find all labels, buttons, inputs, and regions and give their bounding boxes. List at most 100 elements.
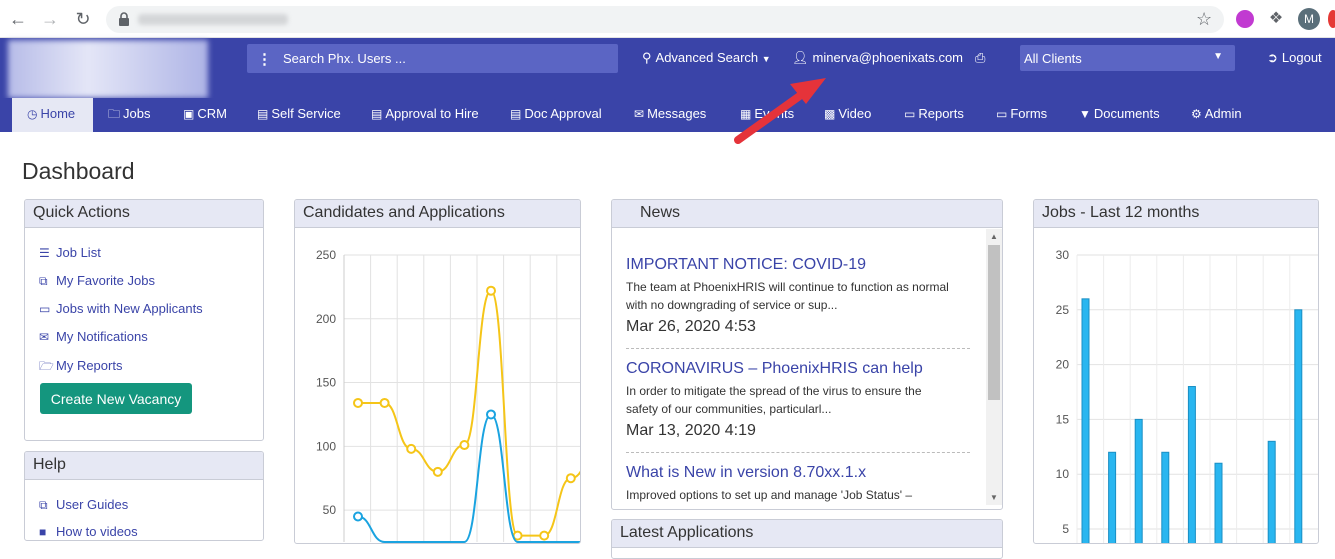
my-notifications-link[interactable]: ✉ My Notifications [39, 329, 148, 344]
create-new-vacancy-button[interactable]: Create New Vacancy [40, 383, 192, 414]
extension-power-icon[interactable] [1236, 10, 1254, 28]
bar [1161, 451, 1170, 543]
user-account-link[interactable]: 👤︎ minerva@phoenixats.com [792, 50, 963, 66]
help-title: Help [25, 452, 263, 480]
kebab-menu-icon[interactable]: ⋮ [257, 50, 272, 68]
user-icon: 👤︎ [792, 50, 809, 65]
lock-icon [119, 12, 129, 26]
search-input[interactable] [283, 48, 603, 69]
copy-icon: ⧉ [39, 498, 48, 512]
news-item-date: Mar 13, 2020 4:19 [626, 422, 756, 439]
bar [1267, 440, 1276, 543]
news-item-title[interactable]: What is New in version 8.70xx.1.x [626, 464, 971, 482]
back-arrow-icon[interactable]: ← [8, 9, 28, 29]
candidates-title: Candidates and Applications [295, 200, 580, 228]
data-point [432, 466, 443, 477]
news-item: CORONAVIRUS – PhoenixHRIS can help In or… [626, 360, 971, 440]
nav-home[interactable]: ◷ Home [12, 98, 93, 132]
nav-messages[interactable]: ✉ Messages [634, 98, 706, 132]
nav-self-service[interactable]: ▤ Self Service [257, 98, 341, 132]
card-icon: ▤ [257, 107, 269, 121]
my-reports-link[interactable]: 🗁︎ My Reports [39, 357, 122, 378]
news-title: News [612, 200, 1002, 228]
data-point [353, 397, 363, 408]
file-icon: ▭ [996, 107, 1008, 121]
jobs-title: Jobs - Last 12 months [1034, 200, 1318, 228]
envelope-icon: ✉ [634, 107, 645, 121]
scroll-down-icon[interactable]: ▼ [990, 493, 998, 502]
company-logo[interactable] [8, 40, 208, 98]
y-tick-label: 30 [1056, 248, 1070, 262]
news-item-body: Improved options to set up and manage 'J… [626, 488, 913, 502]
bookmark-star-icon[interactable]: ☆ [1196, 9, 1212, 29]
folder-icon: 🗀︎ [108, 107, 121, 121]
bar [1214, 462, 1223, 543]
card-icon: ▤ [371, 107, 383, 121]
forward-arrow-icon[interactable]: → [40, 9, 60, 29]
list-icon: ☰ [39, 246, 50, 260]
reload-icon[interactable]: ↻ [73, 9, 93, 29]
app-header: ⋮ ⚲Advanced Search ▼ 👤︎minerva@phoenixat… [0, 38, 1335, 98]
latest-applications-title: Latest Applications [612, 520, 1002, 548]
blurred-url [138, 14, 288, 25]
nav-admin[interactable]: ⚙ Admin [1191, 98, 1242, 132]
nav-jobs[interactable]: 🗀︎ Jobs [108, 98, 150, 132]
latest-applications-panel: Latest Applications [611, 519, 1003, 559]
series-line [358, 289, 580, 537]
data-point [539, 530, 550, 541]
news-item-title[interactable]: IMPORTANT NOTICE: COVID-19 [626, 256, 971, 274]
nav-doc-approval[interactable]: ▤ Doc Approval [510, 98, 602, 132]
news-item-body: The team at PhoenixHRIS will continue to… [626, 280, 949, 312]
y-tick-label: 25 [1056, 303, 1070, 317]
user-guides-link[interactable]: ⧉ User Guides [39, 497, 128, 513]
browser-toolbar: ← → ↻ ☆ ❖ M [0, 0, 1335, 38]
file-icon: ▭ [39, 302, 51, 316]
jobs-bar-chart: 5 10 15 20 25 30 [1056, 248, 1318, 543]
address-bar[interactable] [106, 6, 1224, 33]
car-icon: ▣ [183, 107, 195, 121]
nav-approval-to-hire[interactable]: ▤ Approval to Hire [371, 98, 479, 132]
candidates-line-chart: 50 100 150 200 250 [316, 248, 580, 543]
how-to-videos-link[interactable]: ■ How to videos [39, 524, 138, 539]
advanced-search-link[interactable]: ⚲ Advanced Search ▼ [642, 50, 771, 66]
news-item-title[interactable]: CORONAVIRUS – PhoenixHRIS can help [626, 360, 971, 378]
file-icon: ▭ [904, 107, 916, 121]
news-item: IMPORTANT NOTICE: COVID-19 The team at P… [626, 256, 971, 336]
nav-documents[interactable]: ▼ Documents [1079, 98, 1160, 132]
gear-icon: ⚙ [1191, 107, 1202, 121]
y-tick-label: 150 [316, 376, 336, 390]
nav-reports[interactable]: ▭ Reports [904, 98, 964, 132]
bar [1294, 309, 1303, 543]
my-favorite-jobs-link[interactable]: ⧉ My Favorite Jobs [39, 273, 155, 289]
nav-events[interactable]: ▦ Events [740, 98, 794, 132]
extension-red-icon[interactable] [1328, 10, 1335, 28]
caret-down-icon: ▼ [1213, 51, 1223, 62]
folder-open-icon: 🗁︎ [39, 359, 54, 373]
scroll-thumb[interactable] [988, 245, 1000, 400]
jobs-with-new-applicants-link[interactable]: ▭ Jobs with New Applicants [39, 301, 203, 316]
clock-icon: ◷ [27, 107, 38, 121]
data-point [486, 409, 496, 420]
news-scrollbar[interactable]: ▲ ▼ [986, 229, 1002, 505]
print-icon[interactable]: ⎙ [975, 50, 985, 66]
scroll-up-icon[interactable]: ▲ [990, 232, 998, 241]
nav-forms[interactable]: ▭ Forms [996, 98, 1047, 132]
card-icon: ▤ [510, 107, 522, 121]
job-list-link[interactable]: ☰ Job List [39, 245, 101, 260]
data-point [353, 511, 363, 522]
extensions-puzzle-icon[interactable]: ❖ [1267, 10, 1285, 28]
quick-actions-title: Quick Actions [25, 200, 263, 228]
bar [1081, 298, 1090, 543]
video-icon: ■ [39, 525, 47, 539]
logout-link[interactable]: ➲ Logout [1267, 50, 1322, 66]
nav-crm[interactable]: ▣ CRM [183, 98, 227, 132]
news-item-date: Mar 26, 2020 4:53 [626, 318, 756, 335]
user-search: ⋮ [247, 44, 618, 73]
profile-avatar[interactable]: M [1298, 8, 1320, 30]
caret-down-icon: ▼ [761, 54, 771, 64]
news-divider [626, 452, 970, 453]
client-select[interactable]: All Clients ▼ [1020, 45, 1235, 71]
y-tick-label: 5 [1062, 522, 1069, 536]
nav-video[interactable]: ▩ Video [824, 98, 871, 132]
calendar-icon: ▦ [740, 107, 752, 121]
